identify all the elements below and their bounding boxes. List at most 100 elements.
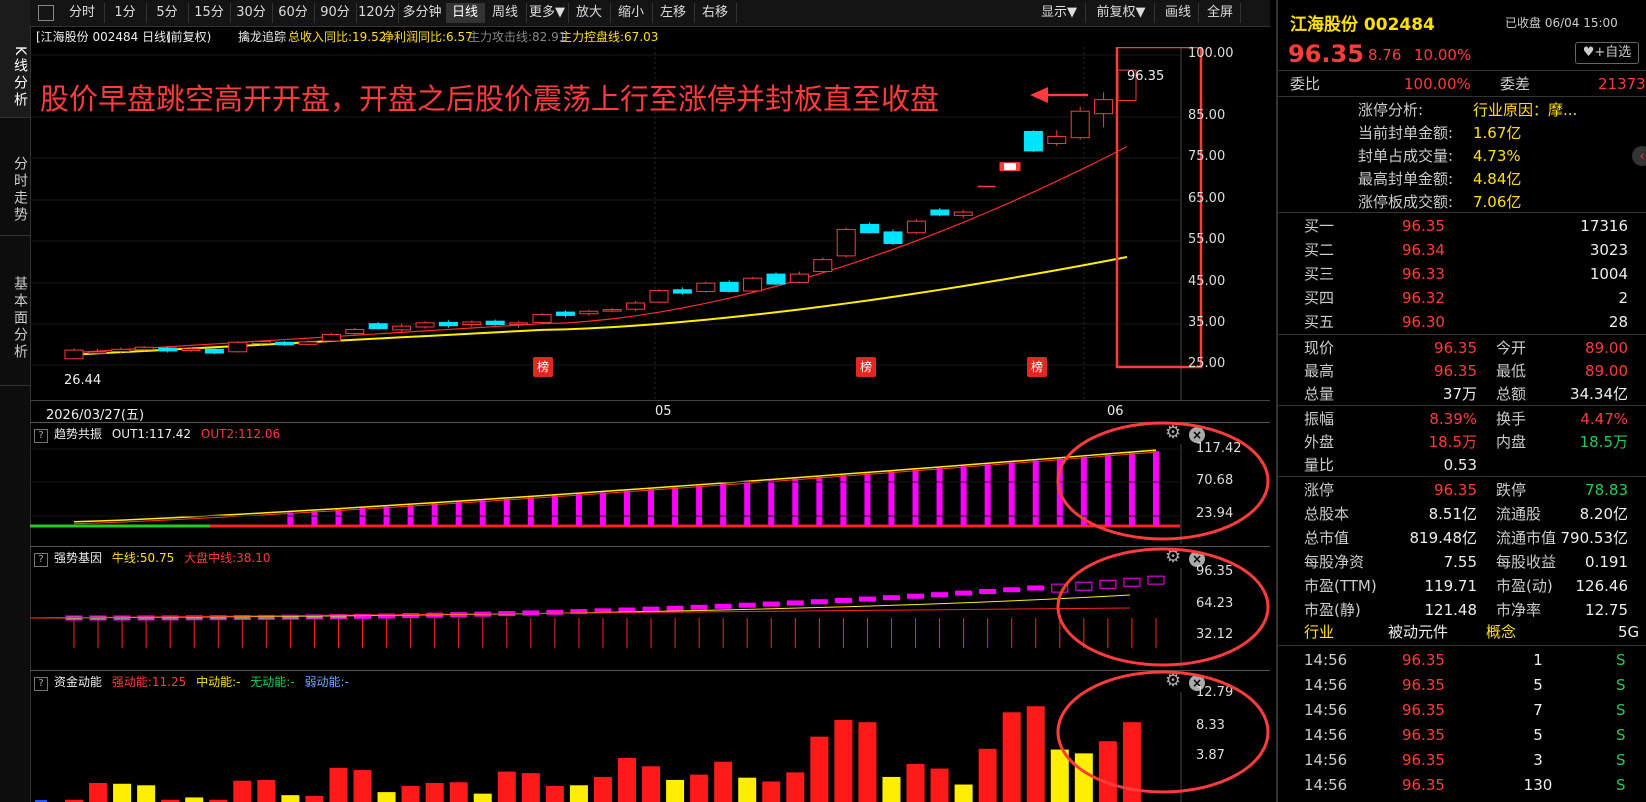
bid-price: 96.33 (1402, 265, 1445, 283)
candle (345, 328, 365, 335)
tick-volume: 130 (1523, 776, 1553, 794)
candle (87, 351, 107, 354)
toolbar-btn-13[interactable]: 缩小 (610, 3, 653, 23)
stat-value: 37万 (1442, 385, 1477, 403)
checkbox-icon[interactable] (38, 5, 54, 21)
toolbar-btn-0[interactable]: 分时 (60, 3, 105, 23)
panel1-name[interactable]: 趋势共振 (54, 427, 102, 441)
toolbar-btn-11[interactable]: 更多▼ (526, 3, 569, 23)
bid-row[interactable]: 买一 96.35 17316 (1278, 214, 1646, 238)
toolbar-btn-8[interactable]: 多分钟 (398, 3, 447, 23)
bid-label: 买三 (1304, 265, 1335, 283)
stat-value: 790.53亿 (1560, 529, 1629, 547)
bid-row[interactable]: 买四 96.32 2 (1278, 286, 1646, 310)
gene-bar (1027, 585, 1045, 591)
trend-bar (888, 471, 895, 526)
toolbar-right-btn-2[interactable]: 画线 (1158, 3, 1199, 23)
bang-marker[interactable]: 榜 (1027, 357, 1047, 377)
ma-short-line (73, 146, 1128, 354)
fund-bar (545, 786, 564, 802)
stat-value: 119.71 (1424, 577, 1478, 595)
bid-row[interactable]: 买二 96.34 3023 (1278, 238, 1646, 262)
limit-item-row: 涨停分析: 行业原因：摩... (1278, 98, 1646, 122)
bid-label: 买一 (1304, 217, 1335, 235)
toolbar-btn-15[interactable]: 右移 (694, 3, 737, 23)
y-tick-label: 25.00 (1188, 356, 1226, 371)
tick-side: S (1616, 726, 1626, 744)
bid-row[interactable]: 买五 96.30 28 (1278, 310, 1646, 334)
candle (579, 310, 599, 315)
help-icon[interactable]: ? (34, 677, 48, 691)
quote-stock-name: 江海股份 002484 (1290, 15, 1435, 35)
trend-bar (575, 494, 582, 526)
fund-bar (521, 773, 540, 802)
stat-row: 最高 96.35 最低 89.00 (1278, 359, 1646, 383)
candle (930, 209, 950, 216)
panel2-bull: 牛线:50.75 (111, 551, 175, 565)
candle (696, 282, 716, 292)
limit-item-label: 当前封单金额: (1358, 124, 1454, 142)
tick-row: 14:56 96.35 5 S (1278, 673, 1646, 697)
date-label-start: 2026/03/27(五) (46, 408, 145, 423)
toolbar-btn-6[interactable]: 90分 (314, 3, 357, 23)
toolbar-btn-9[interactable]: 日线 (446, 3, 485, 23)
limit-item-label: 涨停分析: (1358, 101, 1424, 119)
trend-bar (816, 476, 823, 526)
help-icon[interactable]: ? (34, 429, 48, 443)
fund-bar (137, 785, 156, 802)
industry-link[interactable]: 被动元件 (1388, 620, 1448, 644)
fund-bar (257, 779, 276, 802)
trend-bar (648, 489, 655, 526)
fund-bar (425, 783, 444, 802)
toolbar-right-btn-3[interactable]: 全屏 (1200, 3, 1241, 23)
weibi-row: 委比 100.00% 委差 21373 (1290, 75, 1646, 93)
add-watchlist-button[interactable]: ♥+自选 (1575, 42, 1639, 64)
toolbar-btn-12[interactable]: 放大 (568, 3, 611, 23)
toolbar-btn-3[interactable]: 15分 (188, 3, 231, 23)
panel2-name[interactable]: 强势基因 (54, 551, 102, 565)
toolbar-btn-10[interactable]: 周线 (484, 3, 527, 23)
candle (228, 341, 248, 353)
candle (275, 341, 295, 346)
bang-marker[interactable]: 榜 (533, 357, 553, 377)
tab-kline[interactable]: K线分析 (0, 0, 30, 118)
tick-price: 96.35 (1402, 751, 1445, 769)
tick-row: 14:56 96.35 130 S (1278, 773, 1646, 797)
tab-timeshare[interactable]: 分时走势 (0, 118, 30, 236)
stat-row: 振幅 8.39% 换手 4.47% (1278, 407, 1646, 431)
toolbar-btn-4[interactable]: 30分 (230, 3, 273, 23)
candle (111, 348, 131, 352)
limit-item-value[interactable]: 行业原因：摩... (1473, 98, 1577, 122)
gene-bar (1003, 587, 1021, 593)
candle (860, 223, 880, 234)
trend-bar (311, 511, 318, 526)
panel1-out2: OUT2:112.06 (200, 427, 281, 441)
y-tick-label: 35.00 (1188, 315, 1226, 330)
indicator-name[interactable]: 擒龙追踪 (238, 27, 286, 47)
bid-row[interactable]: 买三 96.33 1004 (1278, 262, 1646, 286)
gene-bar (955, 590, 973, 596)
collapse-panel-icon[interactable]: ‹ (1632, 146, 1646, 166)
stat-label: 总股本 (1304, 505, 1350, 523)
toolbar-right-btn-0[interactable]: 显示▼ (1033, 3, 1086, 23)
toolbar-right-btn-1[interactable]: 前复权▼ (1088, 3, 1155, 23)
date-label-06: 06 (1107, 404, 1124, 419)
stat-label: 现价 (1304, 339, 1335, 357)
annotation-text: 股价早盘跳空高开开盘，开盘之后股价震荡上行至涨停并封板直至收盘 (40, 82, 940, 116)
gene-bar (690, 604, 708, 610)
stat-value: 18.5万 (1428, 433, 1477, 451)
attack-line: 主力攻击线:82.91 (468, 30, 567, 44)
toolbar-btn-2[interactable]: 5分 (146, 3, 189, 23)
gene-bar (642, 606, 660, 612)
toolbar-btn-1[interactable]: 1分 (104, 3, 147, 23)
panel3-name[interactable]: 资金动能 (54, 675, 102, 689)
tab-fundamental[interactable]: 基本面分析 (0, 236, 30, 386)
toolbar-btn-5[interactable]: 60分 (272, 3, 315, 23)
concept-link[interactable]: 5G (1618, 620, 1639, 644)
gene-bar (738, 602, 756, 608)
toolbar-btn-7[interactable]: 120分 (356, 3, 399, 23)
stat-row: 量比 0.53 (1278, 453, 1646, 477)
toolbar-btn-14[interactable]: 左移 (652, 3, 695, 23)
bang-marker[interactable]: 榜 (856, 357, 876, 377)
help-icon[interactable]: ? (34, 553, 48, 567)
